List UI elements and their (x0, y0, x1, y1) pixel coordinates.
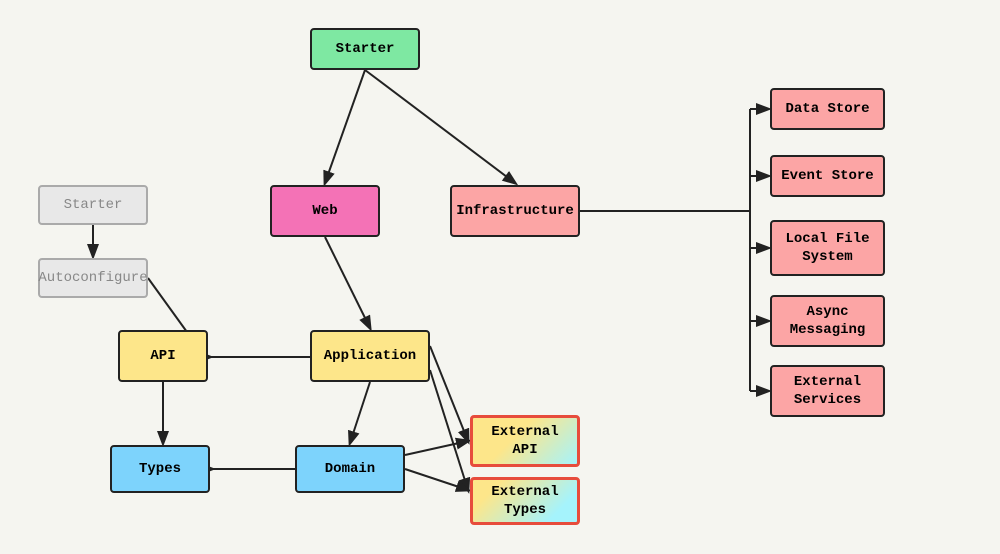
node-event-store-label: Event Store (781, 167, 873, 185)
node-infrastructure-label: Infrastructure (456, 202, 574, 220)
node-local-fs-label: Local File System (780, 230, 875, 266)
node-api-label: API (150, 347, 175, 365)
node-async-messaging: Async Messaging (770, 295, 885, 347)
node-api: API (118, 330, 208, 382)
node-data-store: Data Store (770, 88, 885, 130)
node-ghost-autoconfig-label: Autoconfigure (38, 269, 147, 287)
node-ghost-autoconfig: Autoconfigure (38, 258, 148, 298)
node-infrastructure: Infrastructure (450, 185, 580, 237)
node-data-store-label: Data Store (785, 100, 869, 118)
node-ghost-starter: Starter (38, 185, 148, 225)
architecture-diagram: Starter Web Infrastructure Application A… (0, 0, 1000, 554)
node-domain-label: Domain (325, 460, 375, 478)
node-event-store: Event Store (770, 155, 885, 197)
node-starter-main-label: Starter (336, 40, 395, 58)
node-external-types-label: External Types (481, 483, 569, 519)
node-external-services: External Services (770, 365, 885, 417)
node-types: Types (110, 445, 210, 493)
node-web-label: Web (312, 202, 337, 220)
node-starter-main: Starter (310, 28, 420, 70)
node-application-label: Application (324, 347, 416, 365)
node-async-messaging-label: Async Messaging (780, 303, 875, 339)
node-local-fs: Local File System (770, 220, 885, 276)
node-types-label: Types (139, 460, 181, 478)
node-web: Web (270, 185, 380, 237)
node-application: Application (310, 330, 430, 382)
node-external-api-label: External API (481, 423, 569, 459)
node-external-types: External Types (470, 477, 580, 525)
node-ghost-starter-label: Starter (64, 196, 123, 214)
node-external-api: External API (470, 415, 580, 467)
node-domain: Domain (295, 445, 405, 493)
node-external-services-label: External Services (780, 373, 875, 409)
